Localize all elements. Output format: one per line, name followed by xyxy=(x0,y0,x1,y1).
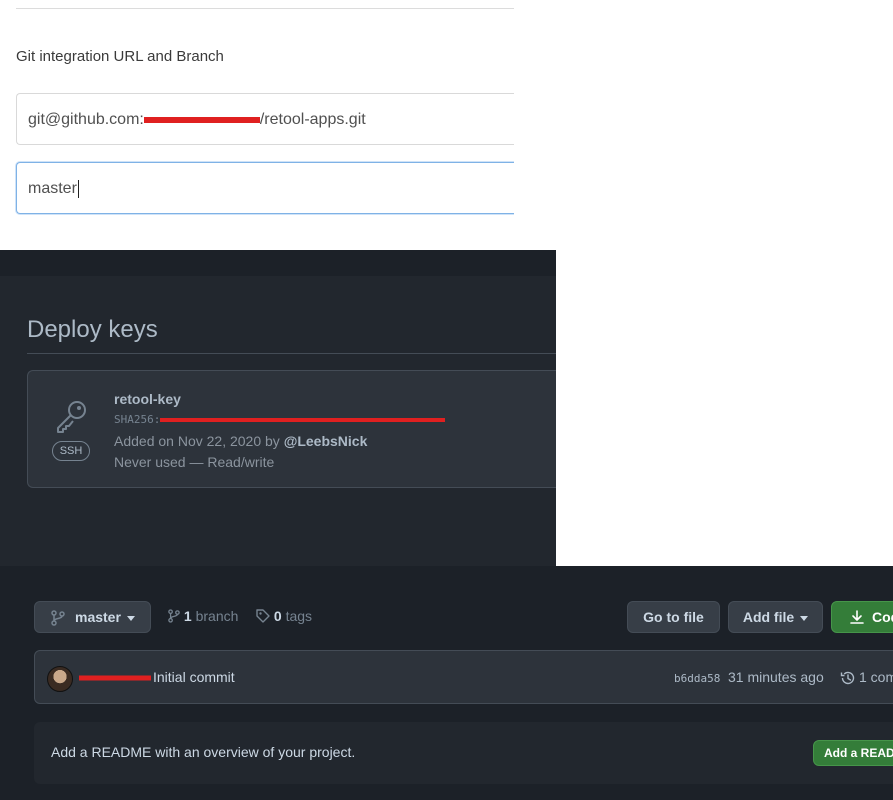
branch-count-label: branch xyxy=(195,608,239,624)
git-branch-icon xyxy=(51,610,65,626)
download-icon xyxy=(850,610,864,624)
go-to-file-button[interactable]: Go to file xyxy=(627,601,720,633)
add-file-button[interactable]: Add file xyxy=(728,601,823,633)
key-added-line: Added on Nov 22, 2020 by @LeebsNick xyxy=(114,433,367,449)
tags-link[interactable]: 0 tags xyxy=(256,608,312,624)
latest-commit-bar: Initial commit b6dda58 31 minutes ago 1 … xyxy=(34,650,893,704)
key-usage: Never used — Read/write xyxy=(114,454,275,470)
code-button[interactable]: Code xyxy=(831,601,893,633)
readme-prompt-text: Add a README with an overview of your pr… xyxy=(51,744,356,760)
commit-time: 31 minutes ago xyxy=(728,669,824,685)
branch-button-label: master xyxy=(75,609,121,625)
add-file-label: Add file xyxy=(742,609,795,625)
branch-select-button[interactable]: master xyxy=(34,601,151,633)
deploy-keys-panel: Deploy keys SSH retool-key SHA256: Added… xyxy=(0,250,556,566)
git-url-input[interactable]: git@github.com: /retool-apps.git xyxy=(16,93,526,145)
redaction-mark xyxy=(160,415,446,425)
background xyxy=(514,0,556,250)
fingerprint-prefix: SHA256: xyxy=(114,413,161,426)
repo-panel: master 1 branch 0 tags Go to file Add fi… xyxy=(0,566,893,800)
commit-author[interactable] xyxy=(79,669,151,685)
branch-count: 1 xyxy=(183,608,192,624)
readme-prompt: Add a README with an overview of your pr… xyxy=(34,722,893,784)
add-readme-button[interactable]: Add a README xyxy=(813,740,893,766)
chevron-down-icon xyxy=(800,615,809,621)
git-branch-icon xyxy=(168,609,180,623)
redaction-mark xyxy=(143,112,260,127)
redaction-mark xyxy=(79,672,151,685)
git-settings-label: Git integration URL and Branch xyxy=(16,48,224,65)
key-icon xyxy=(57,401,86,433)
branches-link[interactable]: 1 branch xyxy=(168,608,238,624)
git-url-prefix: git@github.com: xyxy=(28,111,144,128)
code-button-label: Code xyxy=(872,609,893,625)
ssh-badge: SSH xyxy=(52,441,90,461)
text-cursor xyxy=(77,179,79,198)
avatar[interactable] xyxy=(47,666,73,692)
branch-input[interactable]: master xyxy=(16,162,526,214)
deploy-key-title: retool-key xyxy=(114,391,181,407)
divider xyxy=(27,353,556,354)
deploy-key-card: SSH retool-key SHA256: Added on Nov 22, … xyxy=(27,370,556,488)
commit-sha[interactable]: b6dda58 xyxy=(674,672,720,685)
tag-count: 0 xyxy=(273,608,282,624)
key-added-text: Added on Nov 22, 2020 by xyxy=(114,433,284,449)
commit-count-link[interactable]: 1 commit xyxy=(859,669,893,685)
chevron-down-icon xyxy=(126,615,135,621)
deploy-keys-heading: Deploy keys xyxy=(27,316,158,343)
git-settings-panel: Git integration URL and Branch git@githu… xyxy=(0,0,526,250)
commit-message[interactable]: Initial commit xyxy=(153,669,235,685)
key-fingerprint: SHA256: xyxy=(114,413,446,426)
divider xyxy=(16,8,514,9)
git-url-suffix: /retool-apps.git xyxy=(259,111,366,128)
key-added-by-link[interactable]: @LeebsNick xyxy=(284,433,368,449)
history-icon xyxy=(840,671,855,685)
tag-count-label: tags xyxy=(285,608,313,624)
branch-input-value: master xyxy=(28,180,77,197)
header-bar xyxy=(0,250,556,276)
tag-icon xyxy=(256,609,270,623)
